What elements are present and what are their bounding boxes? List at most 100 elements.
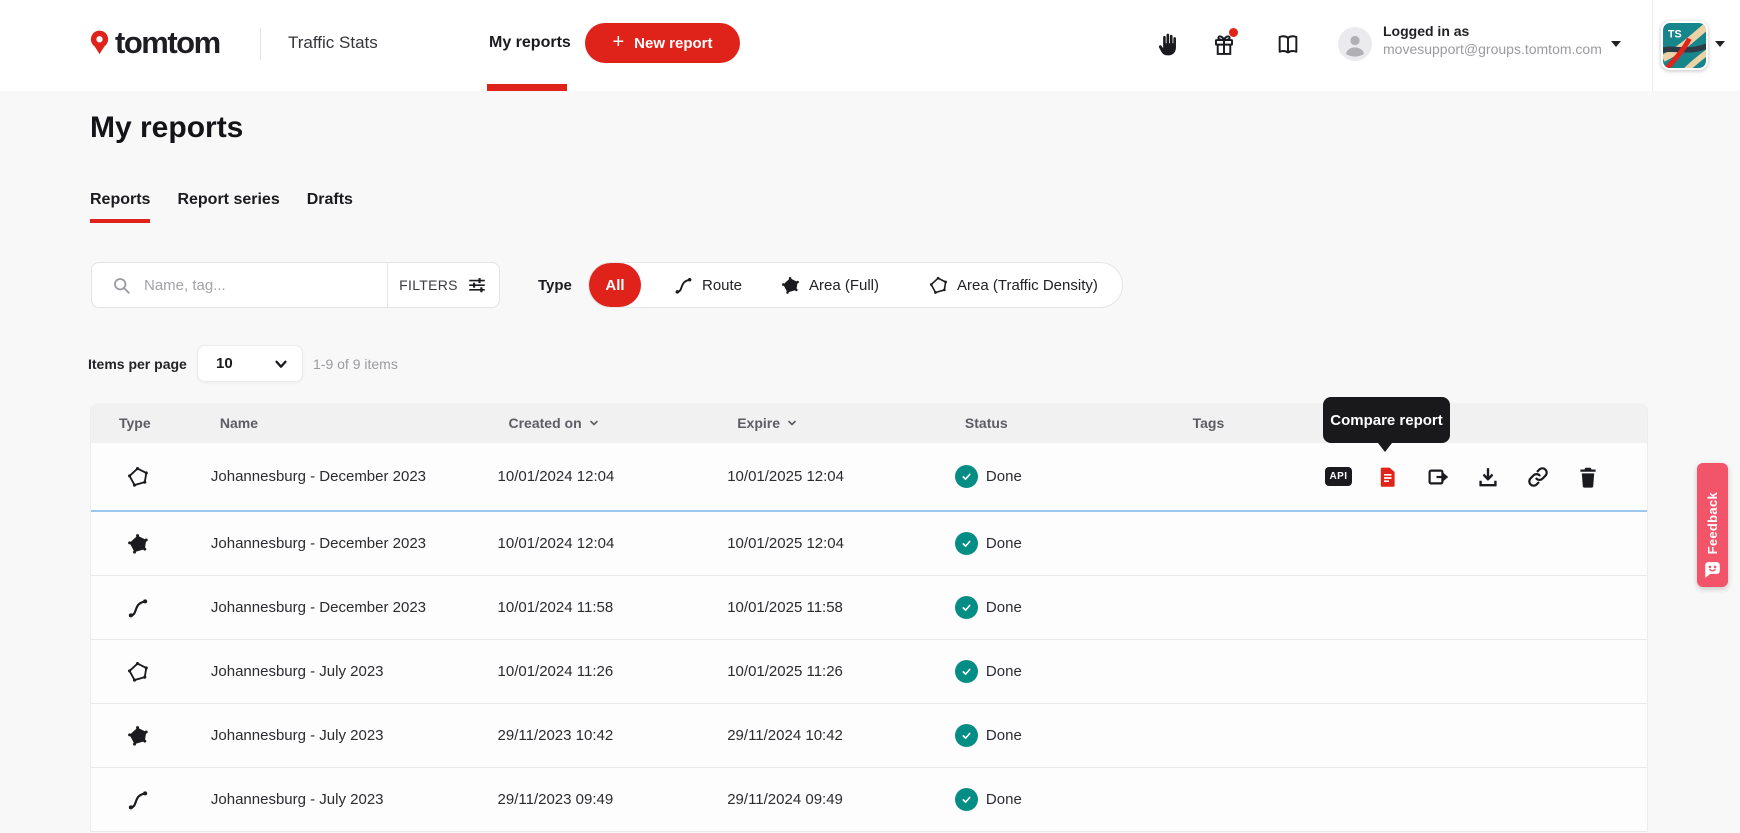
report-created-on: 10/01/2024 11:26 — [498, 663, 728, 680]
status-done-icon — [955, 788, 978, 811]
nav-my-reports[interactable]: My reports — [489, 34, 571, 52]
report-expire: 10/01/2025 11:26 — [727, 663, 955, 680]
report-status: Done — [955, 724, 1185, 747]
report-name: Johannesburg - July 2023 — [211, 791, 498, 808]
tomtom-logo[interactable]: tomtom — [88, 30, 220, 56]
type-filter-label: Type — [538, 277, 572, 294]
report-type-icon — [91, 597, 211, 619]
search-section[interactable] — [92, 263, 387, 307]
copy-link-button[interactable] — [1525, 464, 1551, 490]
tabs: Reports Report series Drafts — [90, 191, 353, 223]
type-filter-area-full-[interactable]: Area (Full) — [781, 263, 879, 307]
search-icon — [111, 275, 132, 296]
area-density-icon — [929, 276, 948, 295]
plus-icon: + — [612, 32, 624, 52]
type-filter-area-traffic-density-[interactable]: Area (Traffic Density) — [929, 263, 1098, 307]
column-header-tags: Tags — [1185, 415, 1318, 431]
report-created-on: 10/01/2024 12:04 — [498, 468, 728, 485]
report-status: Done — [955, 660, 1185, 683]
column-header-name: Name — [211, 415, 498, 431]
search-bar: FILTERS — [91, 262, 500, 308]
compare-report-button[interactable] — [1425, 464, 1451, 490]
download-report-button[interactable] — [1475, 464, 1501, 490]
report-type-icon — [91, 789, 211, 811]
type-filter-route[interactable]: Route — [674, 263, 742, 307]
type-filter-group: All Route Area (Full) Area (Traffic Density… — [588, 262, 1123, 308]
notification-dot — [1229, 28, 1238, 37]
api-button[interactable]: API — [1325, 464, 1351, 490]
workspace-caret-icon[interactable] — [1715, 41, 1725, 47]
report-expire: 10/01/2025 11:58 — [727, 599, 955, 616]
status-done-icon — [955, 596, 978, 619]
report-expire: 10/01/2025 12:04 — [727, 535, 955, 552]
delete-report-button[interactable] — [1575, 464, 1601, 490]
account-caret-icon[interactable] — [1611, 41, 1621, 47]
report-name: Johannesburg - December 2023 — [211, 535, 498, 552]
tomtom-pin-icon — [88, 30, 111, 55]
tab-report-series[interactable]: Report series — [177, 191, 279, 223]
items-per-page-select[interactable]: 10 — [197, 345, 303, 382]
reports-table: TypeNameCreated onExpireStatusTags Johan… — [90, 403, 1648, 832]
route-icon — [674, 276, 693, 295]
nav-active-underline — [487, 84, 567, 91]
status-done-icon — [955, 465, 978, 488]
report-status: Done — [955, 465, 1185, 488]
items-per-page-label: Items per page — [88, 356, 187, 372]
report-name: Johannesburg - December 2023 — [211, 468, 498, 485]
sliders-icon — [466, 274, 488, 296]
table-row[interactable]: Johannesburg - December 2023 10/01/2024 … — [91, 512, 1647, 576]
table-row[interactable]: Johannesburg - July 2023 10/01/2024 11:2… — [91, 640, 1647, 704]
report-expire: 10/01/2025 12:04 — [727, 468, 955, 485]
column-header-expire[interactable]: Expire — [727, 415, 955, 431]
type-filter-all[interactable]: All — [589, 263, 641, 307]
pagination-range: 1-9 of 9 items — [313, 356, 398, 372]
status-done-icon — [955, 660, 978, 683]
view-report-button[interactable] — [1375, 464, 1401, 490]
table-row[interactable]: Johannesburg - July 2023 29/11/2023 10:4… — [91, 704, 1647, 768]
svg-text:TS: TS — [1668, 29, 1682, 41]
user-email: movesupport@groups.tomtom.com — [1383, 41, 1602, 57]
tab-reports[interactable]: Reports — [90, 191, 150, 223]
documentation-book-icon[interactable] — [1275, 31, 1301, 58]
report-actions: API — [1317, 464, 1647, 490]
feedback-tab[interactable]: Feedback — [1697, 463, 1728, 587]
filters-button[interactable]: FILTERS — [387, 263, 499, 307]
logged-in-label: Logged in as — [1383, 23, 1469, 39]
table-row[interactable]: Johannesburg - December 2023 10/01/2024 … — [91, 576, 1647, 640]
workspace-badge[interactable]: TS — [1661, 21, 1708, 70]
chevron-down-icon — [273, 356, 289, 372]
report-created-on: 29/11/2023 10:42 — [498, 727, 728, 744]
report-type-icon — [91, 661, 211, 683]
report-status: Done — [955, 788, 1185, 811]
report-type-icon — [91, 466, 211, 488]
report-type-icon — [91, 725, 211, 747]
column-header-status: Status — [955, 415, 1185, 431]
tab-drafts[interactable]: Drafts — [307, 191, 353, 223]
status-done-icon — [955, 724, 978, 747]
top-bar: tomtom Traffic Stats My reports + New re… — [0, 0, 1740, 91]
tooltip-compare-report: Compare report — [1323, 397, 1450, 443]
sort-icon — [786, 417, 798, 429]
table-row[interactable]: Johannesburg - December 2023 10/01/2024 … — [91, 443, 1647, 512]
report-status: Done — [955, 596, 1185, 619]
pan-hand-icon[interactable] — [1155, 31, 1181, 58]
status-done-icon — [955, 532, 978, 555]
report-created-on: 10/01/2024 11:58 — [498, 599, 728, 616]
sort-icon — [588, 417, 600, 429]
feedback-smiley-icon — [1703, 561, 1722, 579]
table-row[interactable]: Johannesburg - July 2023 29/11/2023 09:4… — [91, 768, 1647, 832]
report-status: Done — [955, 532, 1185, 555]
report-name: Johannesburg - July 2023 — [211, 663, 498, 680]
new-report-button[interactable]: + New report — [585, 23, 740, 63]
report-expire: 29/11/2024 09:49 — [727, 791, 955, 808]
report-expire: 29/11/2024 10:42 — [727, 727, 955, 744]
logo-text: tomtom — [115, 30, 220, 56]
header-divider — [260, 28, 261, 60]
header-divider-2 — [1652, 0, 1653, 91]
column-header-type: Type — [91, 415, 211, 431]
report-created-on: 10/01/2024 12:04 — [498, 535, 728, 552]
column-header-created-on[interactable]: Created on — [498, 415, 728, 431]
search-input[interactable] — [144, 277, 344, 294]
report-name: Johannesburg - December 2023 — [211, 599, 498, 616]
avatar[interactable] — [1338, 27, 1372, 61]
